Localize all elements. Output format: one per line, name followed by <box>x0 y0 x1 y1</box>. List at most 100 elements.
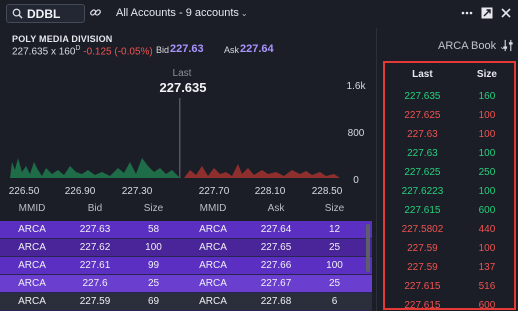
bid-label: Bid <box>156 45 170 55</box>
symbol-search-box[interactable]: DDBL <box>6 4 85 23</box>
symbol-input-value[interactable]: DDBL <box>27 7 60 21</box>
trade-row[interactable]: 227.615 516 <box>385 277 514 296</box>
header-ask-mmid[interactable]: MMID <box>181 203 245 221</box>
cell-ask-mmid: ARCA <box>199 296 227 307</box>
trade-price: 227.625 <box>404 110 441 121</box>
table-row[interactable]: ARCA 227.61 99 ARCA 227.66 100 <box>0 257 372 275</box>
cell-bid: 227.62 <box>79 242 111 253</box>
ask-value: 227.64 <box>240 43 274 55</box>
cell-ask-mmid: ARCA <box>199 242 227 253</box>
trade-row[interactable]: 227.5802 440 <box>385 220 514 239</box>
time-and-sales-header: Last Size <box>385 63 514 87</box>
x-tick-label: 226.50 <box>9 186 40 197</box>
trade-price: 227.615 <box>404 205 441 216</box>
header-ask-size[interactable]: Size <box>307 203 362 221</box>
cell-ask-size: 100 <box>326 260 343 271</box>
price-change: -0.125 (-0.05%) <box>83 46 153 58</box>
bid-depth-area <box>10 158 180 178</box>
order-book-scrollbar[interactable] <box>366 224 370 272</box>
ask-label: Ask <box>224 45 240 55</box>
book-source-select[interactable]: ARCA Book ⌄ <box>438 40 506 52</box>
header-bid-size[interactable]: Size <box>126 203 181 221</box>
link-icon[interactable] <box>89 6 102 19</box>
header-bid-mmid[interactable]: MMID <box>0 203 64 221</box>
x-tick-label: 228.50 <box>312 186 343 197</box>
table-row[interactable]: ARCA 227.59 69 ARCA 227.68 6 <box>0 293 372 311</box>
bid-value: 227.63 <box>170 43 204 55</box>
cell-ask-size: 6 <box>331 296 338 307</box>
cell-bid-mmid: ARCA <box>18 242 46 253</box>
y-tick-label: 800 <box>348 128 365 139</box>
trade-row[interactable]: 227.63 100 <box>385 144 514 163</box>
trade-size: 100 <box>478 110 496 121</box>
cell-bid-mmid: ARCA <box>18 260 46 271</box>
trade-row[interactable]: 227.63 100 <box>385 125 514 144</box>
trade-size: 516 <box>478 281 496 292</box>
cell-bid-mmid: ARCA <box>18 296 46 307</box>
ask-depth-area <box>184 164 340 178</box>
account-selector-label: All Accounts - 9 accounts <box>116 7 239 19</box>
last-size: 160 <box>58 46 76 58</box>
cell-bid-size: 69 <box>147 296 160 307</box>
chart-last-value: 227.635 <box>159 80 207 95</box>
table-row[interactable]: ARCA 227.62 100 ARCA 227.65 25 <box>0 239 372 257</box>
chart-last-label: Last <box>172 68 192 79</box>
trade-row[interactable]: 227.625 100 <box>385 106 514 125</box>
trade-row[interactable]: 227.615 600 <box>385 296 514 311</box>
cell-ask: 227.67 <box>260 278 292 289</box>
x-tick-label: 226.90 <box>65 186 96 197</box>
order-book-header: MMID Bid Size MMID Ask Size <box>0 203 372 221</box>
size-marker: D <box>75 45 81 52</box>
trade-row[interactable]: 227.59 100 <box>385 239 514 258</box>
cell-ask: 227.66 <box>260 260 292 271</box>
more-options-icon[interactable] <box>461 7 473 19</box>
header-size: Size <box>476 69 497 80</box>
x-tick-label: 227.30 <box>122 186 153 197</box>
cell-ask-size: 25 <box>328 242 341 253</box>
order-book-rows: ARCA 227.63 58 ARCA 227.64 12 ARCA 227.62 100 ARC… <box>0 221 372 311</box>
trade-size: 100 <box>478 186 496 197</box>
cell-ask-mmid: ARCA <box>199 224 227 235</box>
x-tick-label: 228.10 <box>255 186 286 197</box>
table-row[interactable]: ARCA 227.6 25 ARCA 227.67 25 <box>0 275 372 293</box>
trade-row[interactable]: 227.6223 100 <box>385 182 514 201</box>
cell-bid: 227.6 <box>82 278 108 289</box>
top-toolbar: DDBL All Accounts - 9 accounts ⌄ <box>0 0 518 28</box>
cell-ask-size: 12 <box>328 224 341 235</box>
y-tick-label: 1.6k <box>347 81 367 92</box>
cell-bid: 227.59 <box>79 296 111 307</box>
trade-size: 100 <box>478 129 496 140</box>
trade-row[interactable]: 227.625 250 <box>385 163 514 182</box>
cell-bid-size: 99 <box>147 260 160 271</box>
trade-price: 227.59 <box>407 243 438 254</box>
cell-ask: 227.64 <box>260 224 292 235</box>
trade-price: 227.635 <box>404 91 441 102</box>
trade-row[interactable]: 227.635 160 <box>385 87 514 106</box>
account-selector[interactable]: All Accounts - 9 accounts ⌄ <box>116 7 248 19</box>
size-prefix: x <box>50 46 56 58</box>
cell-ask: 227.68 <box>260 296 292 307</box>
expand-icon[interactable] <box>481 7 493 19</box>
quote-line: 227.635 x 160D -0.125 (-0.05%) <box>12 45 153 57</box>
cell-ask-mmid: ARCA <box>199 260 227 271</box>
time-and-sales-panel: Last Size 227.635 160 227.625 100 227.63 100 2… <box>383 61 516 311</box>
trade-size: 100 <box>478 243 496 254</box>
header-bid[interactable]: Bid <box>64 203 126 221</box>
trade-size: 100 <box>478 148 496 159</box>
trade-size: 160 <box>478 91 496 102</box>
header-last: Last <box>412 69 433 80</box>
last-price: 227.635 <box>12 46 49 58</box>
cell-ask: 227.65 <box>260 242 292 253</box>
time-and-sales-rows: 227.635 160 227.625 100 227.63 100 227.63 100 22… <box>385 87 514 311</box>
search-icon <box>12 8 23 19</box>
trade-row[interactable]: 227.59 137 <box>385 258 514 277</box>
header-ask[interactable]: Ask <box>245 203 307 221</box>
table-row[interactable]: ARCA 227.63 58 ARCA 227.64 12 <box>0 221 372 239</box>
close-icon[interactable] <box>500 7 512 19</box>
cell-bid-size: 25 <box>147 278 160 289</box>
book-source-label: ARCA Book <box>438 40 497 52</box>
cell-ask-mmid: ARCA <box>199 278 227 289</box>
trade-row[interactable]: 227.615 600 <box>385 201 514 220</box>
trade-price: 227.615 <box>404 300 441 311</box>
settings-sliders-icon[interactable] <box>502 39 514 52</box>
